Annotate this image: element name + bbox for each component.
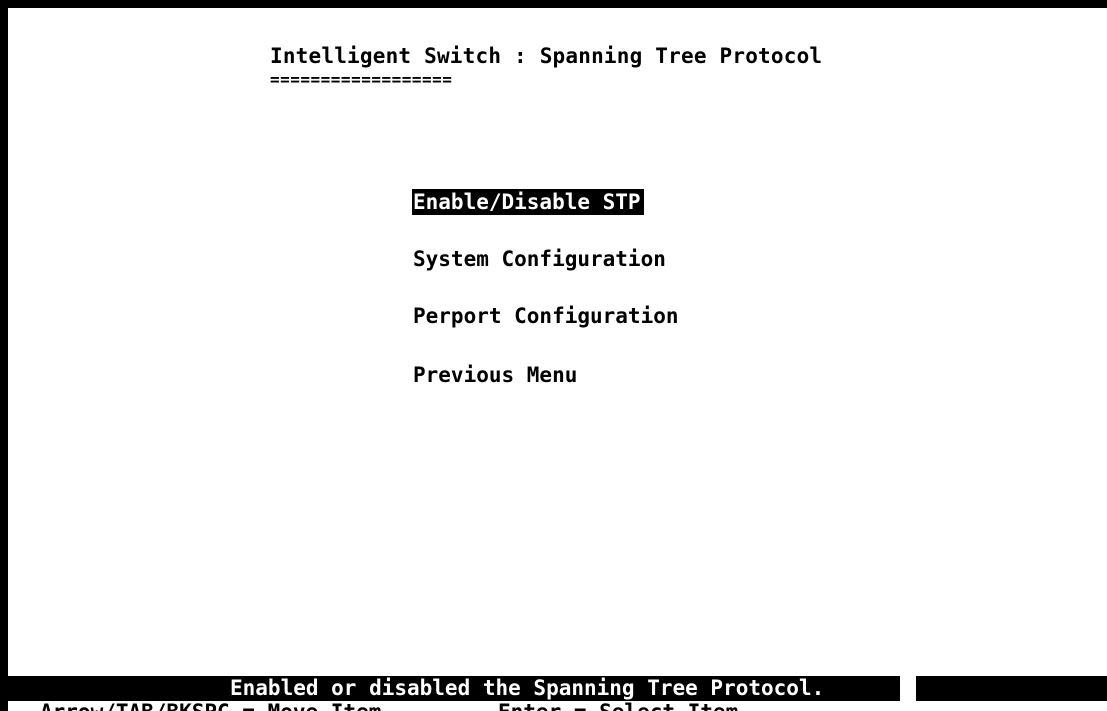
status-bar: Enabled or disabled the Spanning Tree Pr… [0,676,1107,701]
menu-item-previous-menu[interactable]: Previous Menu [412,362,580,388]
menu-item-enable-disable-stp[interactable]: Enable/Disable STP [412,189,644,215]
frame-border-left [0,0,8,711]
menu-item-perport-configuration[interactable]: Perport Configuration [412,303,682,329]
select-item-hint: Enter = Select Item [498,699,738,711]
frame-border-top [0,0,1107,8]
title-underline: ================== [270,70,453,89]
move-item-hint: Arrow/TAB/BKSPC = Move Item [40,699,381,711]
help-line: Arrow/TAB/BKSPC = Move Item Enter = Sele… [14,699,1107,711]
menu-item-system-configuration[interactable]: System Configuration [412,246,669,272]
status-message: Enabled or disabled the Spanning Tree Pr… [228,676,837,701]
page-title: Intelligent Switch : Spanning Tree Proto… [270,44,823,68]
status-cursor-gap [900,676,916,701]
terminal-screen: Intelligent Switch : Spanning Tree Proto… [0,0,1107,711]
